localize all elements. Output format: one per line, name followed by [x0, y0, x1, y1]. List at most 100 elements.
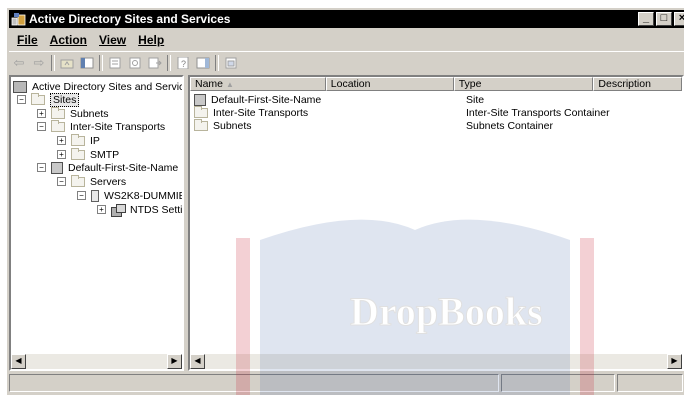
list-row[interactable]: Default-First-Site-Name Site: [190, 93, 608, 106]
list-row[interactable]: Subnets Subnets Container: [190, 118, 608, 132]
tree-item-server[interactable]: − WS2K8-DUMMIES: [77, 189, 182, 202]
folder-icon: [71, 133, 85, 146]
folder-icon: [51, 119, 65, 132]
status-bar: [9, 374, 684, 394]
list-row[interactable]: Inter-Site Transports Inter-Site Transpo…: [190, 105, 610, 119]
up-folder-icon[interactable]: [57, 54, 77, 72]
folder-icon: [31, 92, 45, 105]
menu-bar: File Action View Help: [9, 30, 684, 50]
close-button[interactable]: ×: [674, 12, 684, 26]
menu-view[interactable]: View: [99, 33, 126, 47]
tree-item-ntds-settings-label: NTDS Settings: [130, 203, 183, 216]
tree-item-subnets[interactable]: + Subnets: [37, 106, 109, 120]
tree-root[interactable]: Active Directory Sites and Services: [13, 80, 184, 93]
list-cell-type: Inter-Site Transports Container: [466, 106, 610, 119]
tree-item-servers-label: Servers: [90, 175, 127, 188]
folder-icon: [194, 118, 208, 131]
properties-icon[interactable]: [105, 54, 125, 72]
toolbar-separator: [215, 55, 219, 71]
site-icon: [194, 93, 206, 106]
details-pane: Name ▲ Location Type Description Default…: [188, 75, 684, 371]
tree-item-servers[interactable]: − Servers: [57, 174, 127, 188]
folder-icon: [71, 147, 85, 160]
server-icon: [91, 189, 99, 202]
column-header-type[interactable]: Type: [453, 77, 594, 91]
title-bar[interactable]: Active Directory Sites and Services _ □ …: [9, 10, 684, 28]
new-window-icon[interactable]: [221, 54, 241, 72]
list-header: Name ▲ Location Type Description: [190, 77, 682, 91]
collapse-icon[interactable]: −: [37, 163, 46, 172]
collapse-icon[interactable]: −: [37, 122, 46, 131]
refresh-icon[interactable]: [125, 54, 145, 72]
scroll-track[interactable]: [205, 354, 667, 369]
status-panel: [617, 374, 683, 392]
folder-icon: [51, 106, 65, 119]
menu-action-label: Action: [49, 33, 88, 47]
scroll-left-button[interactable]: ◀: [11, 354, 26, 369]
tree-item-inter-site-transports-label: Inter-Site Transports: [70, 120, 166, 133]
caption-buttons: _ □ ×: [638, 12, 684, 26]
scroll-right-button[interactable]: ▶: [167, 354, 182, 369]
column-header-description[interactable]: Description: [593, 77, 682, 91]
scroll-right-button[interactable]: ▶: [667, 354, 682, 369]
tree-item-default-site-label: Default-First-Site-Name: [68, 161, 179, 174]
help-icon[interactable]: ?: [173, 54, 193, 72]
show-hide-tree-icon[interactable]: [77, 54, 97, 72]
tree-item-sites-label: Sites: [50, 92, 80, 107]
folder-icon: [194, 105, 208, 118]
tree-item-ntds-settings[interactable]: + NTDS Settings: [97, 203, 183, 217]
tree-item-inter-site-transports[interactable]: − Inter-Site Transports: [37, 119, 166, 133]
mmc-window: Active Directory Sites and Services _ □ …: [6, 7, 684, 395]
minimize-button[interactable]: _: [638, 12, 654, 26]
list-cell-name: Subnets: [190, 118, 328, 132]
console-tree: Active Directory Sites and Services − Si…: [9, 75, 184, 371]
ad-sites-app-icon: [11, 12, 27, 26]
tree-item-default-site[interactable]: − Default-First-Site-Name: [37, 161, 178, 174]
details-horizontal-scrollbar[interactable]: ◀ ▶: [190, 354, 682, 369]
list-row-name: Subnets: [213, 119, 252, 132]
console-panes: Active Directory Sites and Services − Si…: [9, 75, 684, 371]
tree-item-ip-label: IP: [90, 134, 100, 147]
collapse-icon[interactable]: −: [17, 95, 26, 104]
column-header-name[interactable]: Name ▲: [190, 77, 326, 91]
menu-action[interactable]: Action: [50, 33, 87, 47]
column-header-description-label: Description: [598, 78, 651, 90]
site-icon: [51, 161, 63, 174]
expand-icon[interactable]: +: [57, 150, 66, 159]
menu-help[interactable]: Help: [138, 33, 164, 47]
ntds-settings-icon: [111, 203, 126, 217]
menu-file-label: File: [17, 33, 38, 47]
export-list-icon[interactable]: [145, 54, 165, 72]
tree-item-sites[interactable]: − Sites: [17, 92, 80, 107]
column-header-type-label: Type: [458, 78, 482, 90]
list-cell-type: Subnets Container: [466, 119, 553, 132]
window-title: Active Directory Sites and Services: [29, 12, 231, 26]
collapse-icon[interactable]: −: [57, 177, 66, 186]
tree-item-smtp[interactable]: + SMTP: [57, 147, 120, 161]
maximize-button[interactable]: □: [656, 12, 672, 26]
menu-file[interactable]: File: [17, 33, 38, 47]
expand-icon[interactable]: +: [37, 109, 46, 118]
column-header-location[interactable]: Location: [325, 77, 454, 91]
tree-item-smtp-label: SMTP: [90, 148, 120, 161]
tree-horizontal-scrollbar[interactable]: ◀ ▶: [11, 354, 182, 369]
toolbar-separator: [167, 55, 171, 71]
collapse-icon[interactable]: −: [77, 191, 86, 200]
list-row-name: Default-First-Site-Name: [211, 93, 322, 106]
scroll-left-button[interactable]: ◀: [190, 354, 205, 369]
tree-root-label: Active Directory Sites and Services: [32, 80, 184, 93]
menu-view-label: View: [99, 33, 127, 47]
show-hide-action-pane-icon[interactable]: [193, 54, 213, 72]
column-header-name-label: Name: [195, 78, 224, 90]
column-header-location-label: Location: [330, 78, 371, 90]
forward-arrow-icon[interactable]: ⇨: [29, 54, 49, 72]
tree-item-ip[interactable]: + IP: [57, 133, 100, 147]
expand-icon[interactable]: +: [97, 205, 106, 214]
back-arrow-icon[interactable]: ⇦: [9, 54, 29, 72]
status-panel: [501, 374, 615, 392]
list-cell-name: Default-First-Site-Name: [190, 93, 328, 106]
expand-icon[interactable]: +: [57, 136, 66, 145]
scroll-track[interactable]: [26, 354, 167, 369]
ad-sites-app-icon: [13, 80, 27, 93]
list-cell-name: Inter-Site Transports: [190, 105, 328, 119]
